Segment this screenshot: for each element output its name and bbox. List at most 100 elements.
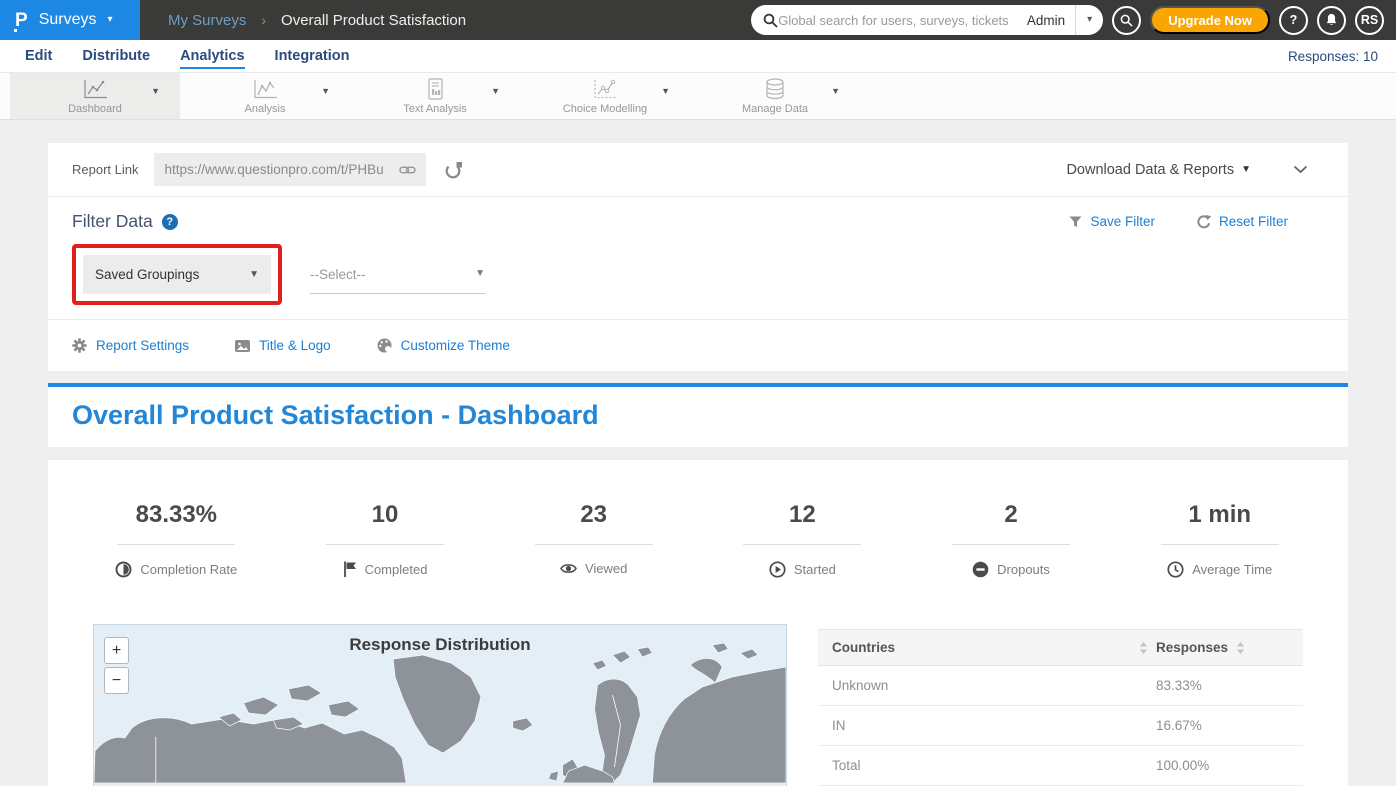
responses-cell: 83.33% [1139, 678, 1289, 693]
divider [117, 544, 235, 545]
search-scope-dropdown[interactable]: ▾ [1075, 5, 1103, 35]
image-icon [235, 340, 250, 352]
filter-actions: Save Filter Reset Filter [1069, 214, 1324, 229]
sort-icon[interactable] [1236, 642, 1245, 654]
toolbar-item-manage-data[interactable]: ▼ Manage Data [690, 73, 860, 119]
map-table-row: + − Response Distribution [48, 624, 1348, 786]
stat-value: 10 [281, 500, 490, 530]
dashboard-chart-icon [80, 78, 110, 100]
filter-help-icon[interactable]: ? [162, 214, 178, 230]
help-button[interactable]: ? [1279, 6, 1308, 35]
upgrade-now-button[interactable]: Upgrade Now [1150, 6, 1270, 34]
topbar: P Surveys ▾ My Surveys › Overall Product… [0, 0, 1396, 40]
breadcrumb-separator-icon: › [261, 12, 266, 28]
completion-rate-icon [115, 561, 132, 578]
tab-analytics[interactable]: Analytics [165, 48, 259, 64]
topbar-actions: Admin ▾ Upgrade Now ? RS [751, 5, 1396, 35]
caret-down-icon[interactable]: ▼ [661, 86, 670, 96]
database-icon [763, 78, 787, 100]
product-name: Surveys [39, 11, 97, 29]
title-logo-link[interactable]: Title & Logo [235, 338, 331, 353]
text-analysis-document-icon [424, 78, 446, 100]
toolbar-item-choice-modelling[interactable]: ▼ Choice Modelling [520, 73, 690, 119]
toolbar-item-analysis[interactable]: ▼ Analysis [180, 73, 350, 119]
caret-down-icon: ▾ [107, 15, 112, 25]
filter-controls-row: Saved Groupings ▼ --Select-- ▼ [72, 244, 1324, 305]
country-cell: Total [832, 758, 1139, 773]
responses-cell: 16.67% [1139, 718, 1289, 733]
collapse-chevron-icon[interactable] [1293, 165, 1308, 174]
table-row: Total 100.00% [818, 746, 1303, 786]
minus-circle-icon [972, 561, 989, 578]
toolbar-item-dashboard[interactable]: ▼ Dashboard [10, 73, 180, 119]
filter-value-dropdown[interactable]: --Select-- ▼ [310, 255, 485, 294]
countries-table: Countries Responses Unknown 83.33% IN 16… [818, 629, 1303, 786]
tab-integration[interactable]: Integration [260, 48, 365, 64]
reset-filter-button[interactable]: Reset Filter [1197, 214, 1288, 229]
country-cell: Unknown [832, 678, 1139, 693]
stat-completion-rate: 83.33% Completion Rate [72, 500, 281, 578]
caret-down-icon: ▼ [475, 269, 485, 279]
dashboard-title-panel: Overall Product Satisfaction - Dashboard [48, 383, 1348, 447]
saved-groupings-dropdown[interactable]: Saved Groupings ▼ [83, 255, 271, 294]
caret-down-icon[interactable]: ▼ [831, 86, 840, 96]
main-content: Report Link Download Data & Reports ▼ Fi… [0, 143, 1396, 786]
map-zoom-in-button[interactable]: + [104, 637, 129, 664]
product-logo-menu[interactable]: P Surveys ▾ [0, 0, 140, 40]
caret-down-icon: ▾ [1087, 15, 1092, 25]
map-zoom-out-button[interactable]: − [104, 667, 129, 694]
page-title: Overall Product Satisfaction - Dashboard [72, 400, 1324, 431]
report-link-input[interactable] [164, 162, 393, 177]
divider [1161, 544, 1279, 545]
caret-down-icon: ▼ [1241, 165, 1251, 175]
analytics-toolbar: ▼ Dashboard ▼ Analysis ▼ Text Analysis ▼… [0, 73, 1396, 120]
flag-icon [343, 561, 357, 577]
responses-count: Responses: 10 [1288, 49, 1386, 64]
stat-average-time: 1 min Average Time [1115, 500, 1324, 578]
table-header: Countries Responses [818, 629, 1303, 666]
highlight-box: Saved Groupings ▼ [72, 244, 282, 305]
stat-completed: 10 Completed [281, 500, 490, 578]
stat-value: 12 [698, 500, 907, 530]
stats-row: 83.33% Completion Rate 10 Completed 23 [48, 500, 1348, 578]
link-icon[interactable] [399, 165, 416, 175]
eye-icon [560, 562, 577, 575]
stat-dropouts: 2 Dropouts [907, 500, 1116, 578]
sort-icon[interactable] [1139, 642, 1148, 654]
caret-down-icon[interactable]: ▼ [151, 86, 160, 96]
column-header-countries[interactable]: Countries [832, 640, 1139, 655]
caret-down-icon[interactable]: ▼ [491, 86, 500, 96]
download-data-reports-menu[interactable]: Download Data & Reports ▼ [1066, 162, 1251, 178]
bell-icon [1325, 13, 1338, 27]
caret-down-icon[interactable]: ▼ [321, 86, 330, 96]
filter-header: Filter Data ? Save Filter Reset Filter [72, 211, 1324, 232]
map-title: Response Distribution [94, 635, 786, 655]
breadcrumb-my-surveys[interactable]: My Surveys [168, 12, 246, 29]
share-report-icon[interactable] [444, 161, 463, 179]
funnel-icon [1069, 216, 1082, 228]
global-search-input[interactable] [778, 13, 1027, 28]
questionpro-logo-icon: P [15, 11, 28, 30]
toolbar-item-text-analysis[interactable]: ▼ Text Analysis [350, 73, 520, 119]
search-button[interactable] [1112, 6, 1141, 35]
search-icon [1120, 14, 1133, 27]
notifications-button[interactable] [1317, 6, 1346, 35]
report-panel: Report Link Download Data & Reports ▼ Fi… [48, 143, 1348, 371]
refresh-icon [1197, 215, 1211, 229]
stat-value: 23 [489, 500, 698, 530]
column-header-responses[interactable]: Responses [1156, 640, 1228, 655]
tab-distribute[interactable]: Distribute [67, 48, 165, 64]
dashboard-body-panel: 83.33% Completion Rate 10 Completed 23 [48, 460, 1348, 786]
customize-theme-link[interactable]: Customize Theme [377, 338, 510, 353]
report-settings-link[interactable]: Report Settings [72, 338, 189, 353]
stat-label: Average Time [1192, 562, 1272, 577]
stat-value: 2 [907, 500, 1116, 530]
avatar[interactable]: RS [1355, 6, 1384, 35]
report-link-row: Report Link Download Data & Reports ▼ [48, 143, 1348, 197]
save-filter-button[interactable]: Save Filter [1069, 214, 1155, 229]
stat-started: 12 Started [698, 500, 907, 578]
stat-value: 83.33% [72, 500, 281, 530]
gear-icon [72, 338, 87, 353]
tab-edit[interactable]: Edit [10, 48, 67, 64]
play-icon [769, 561, 786, 578]
